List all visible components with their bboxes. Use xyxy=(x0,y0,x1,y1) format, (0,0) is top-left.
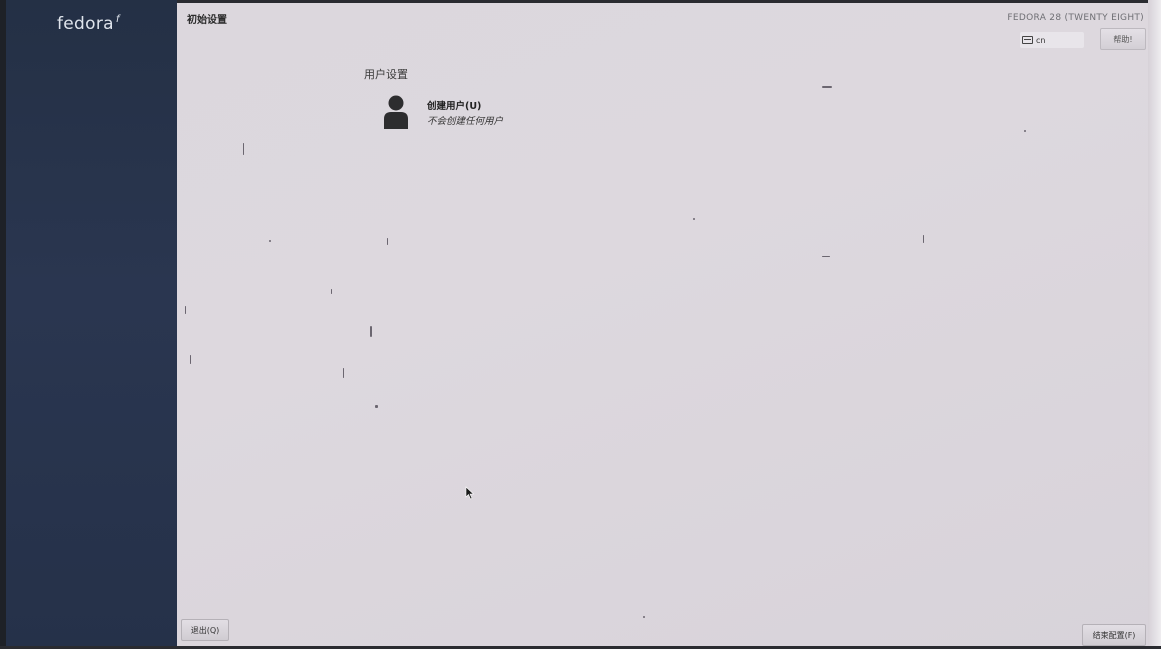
spoke-title: 创建用户(U) xyxy=(427,101,482,112)
bezel-top xyxy=(177,0,1161,3)
spoke-status: 不会创建任何用户 xyxy=(427,116,504,127)
screen-speck xyxy=(693,218,695,220)
help-button[interactable]: 帮助! xyxy=(1100,28,1146,50)
screen: fedora f 初始设置 FEDORA 28 (TWENTY EIGHT) cn… xyxy=(0,0,1161,649)
logo-mark: f xyxy=(115,14,120,25)
user-icon xyxy=(384,95,408,129)
screen-speck xyxy=(185,306,186,314)
main-panel: 初始设置 FEDORA 28 (TWENTY EIGHT) cn 帮助! 用户设… xyxy=(177,3,1148,646)
sidebar: fedora f xyxy=(6,0,177,649)
keyboard-layout-indicator[interactable]: cn xyxy=(1020,32,1084,48)
logo-text: fedora xyxy=(57,14,114,34)
screen-speck xyxy=(923,235,924,243)
screen-speck xyxy=(269,240,271,242)
mouse-cursor-icon xyxy=(465,486,475,500)
screen-speck xyxy=(822,256,830,257)
screen-speck xyxy=(243,143,244,155)
spoke-create-user[interactable]: 创建用户(U) 不会创建任何用户 xyxy=(382,95,562,131)
screen-speck xyxy=(331,289,332,294)
screen-speck xyxy=(370,326,372,337)
bezel-right xyxy=(1148,0,1161,649)
page-title: 初始设置 xyxy=(187,15,227,26)
quit-button[interactable]: 退出(Q) xyxy=(181,619,229,641)
screen-speck xyxy=(387,238,388,245)
fedora-logo: fedora f xyxy=(57,14,120,34)
product-name: FEDORA 28 (TWENTY EIGHT) xyxy=(1007,13,1144,23)
section-title-user-settings: 用户设置 xyxy=(364,68,408,81)
finish-configuration-button[interactable]: 结束配置(F) xyxy=(1082,624,1146,646)
keyboard-layout-label: cn xyxy=(1036,35,1046,45)
keyboard-icon xyxy=(1022,36,1033,44)
screen-speck xyxy=(343,368,344,378)
screen-speck xyxy=(375,405,378,408)
screen-speck xyxy=(822,86,832,88)
screen-speck xyxy=(1024,130,1026,132)
screen-speck xyxy=(643,616,645,618)
screen-speck xyxy=(190,355,191,364)
